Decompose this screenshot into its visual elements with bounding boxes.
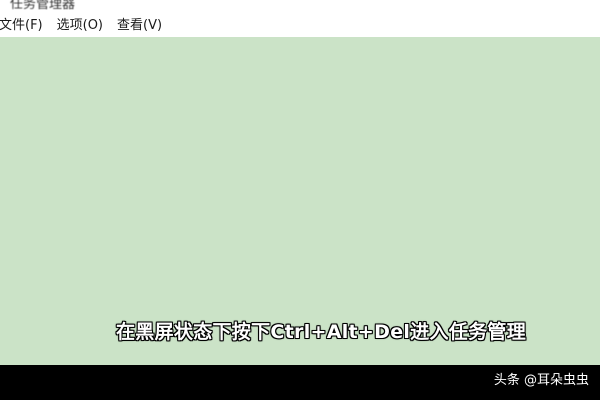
menu-file[interactable]: 文件(F) bbox=[0, 14, 49, 33]
video-bottom-bar: 头条 @耳朵虫虫 bbox=[0, 365, 600, 400]
video-subtitle: 在黑屏状态下按下Ctrl+Alt+Del进入任务管理 bbox=[116, 321, 527, 343]
video-frame: 任务管理器 文件(F) 选项(O) 查看(V) 在黑屏状态下按下Ctrl+Alt… bbox=[0, 0, 600, 400]
window-title: 任务管理器 bbox=[10, 0, 76, 10]
menu-bar: 文件(F) 选项(O) 查看(V) bbox=[0, 10, 600, 37]
menu-options[interactable]: 选项(O) bbox=[51, 14, 109, 33]
menu-view[interactable]: 查看(V) bbox=[111, 14, 168, 33]
window-titlebar: 任务管理器 bbox=[0, 0, 600, 10]
watermark: 头条 @耳朵虫虫 bbox=[493, 373, 589, 388]
